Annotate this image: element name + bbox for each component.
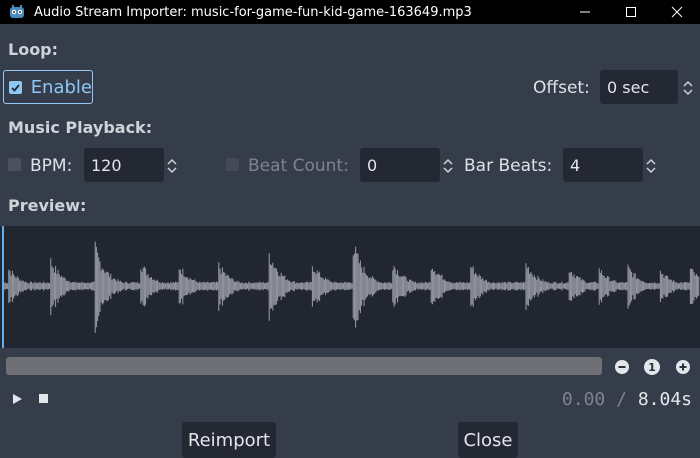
close-icon bbox=[671, 6, 683, 18]
bpm-checkbox[interactable] bbox=[8, 158, 21, 171]
bar-beats-spinner-icon[interactable] bbox=[645, 157, 657, 175]
waveform-display[interactable] bbox=[0, 226, 700, 348]
reimport-label: Reimport bbox=[187, 429, 271, 451]
preview-scrollbar[interactable] bbox=[6, 357, 602, 375]
bpm-label: BPM: bbox=[30, 156, 73, 176]
beat-count-label: Beat Count: bbox=[248, 156, 349, 176]
beat-count-spinner-icon[interactable] bbox=[442, 157, 454, 175]
minus-circle-icon[interactable] bbox=[614, 359, 630, 375]
bar-beats-value: 4 bbox=[570, 155, 581, 175]
maximize-button[interactable] bbox=[608, 0, 654, 24]
window-title: Audio Stream Importer: music-for-game-fu… bbox=[34, 4, 472, 20]
loop-enable-label: Enable bbox=[30, 76, 92, 98]
minimize-button[interactable] bbox=[562, 0, 608, 24]
play-icon[interactable] bbox=[11, 393, 23, 405]
offset-field[interactable]: 0 sec bbox=[600, 70, 678, 104]
bpm-field[interactable]: 120 bbox=[84, 148, 164, 182]
close-label: Close bbox=[463, 429, 513, 451]
window-titlebar: Audio Stream Importer: music-for-game-fu… bbox=[0, 0, 700, 24]
zoom-reset-label: 1 bbox=[648, 360, 656, 374]
minimize-icon bbox=[580, 11, 590, 13]
music-playback-section-label: Music Playback: bbox=[8, 118, 153, 137]
loop-enable-checkbox[interactable]: Enable bbox=[3, 70, 93, 104]
reimport-button[interactable]: Reimport bbox=[182, 422, 276, 458]
bar-beats-field[interactable]: 4 bbox=[563, 148, 643, 182]
playhead-cursor[interactable] bbox=[2, 226, 4, 348]
close-dialog-button[interactable]: Close bbox=[458, 422, 518, 458]
bpm-spinner-icon[interactable] bbox=[166, 157, 178, 175]
current-time: 0.00 bbox=[561, 389, 606, 410]
offset-value: 0 sec bbox=[607, 77, 650, 97]
beat-count-value: 0 bbox=[367, 155, 378, 175]
preview-section-label: Preview: bbox=[8, 196, 87, 215]
offset-label: Offset: bbox=[533, 78, 590, 98]
godot-icon bbox=[10, 5, 24, 18]
loop-section-label: Loop: bbox=[8, 40, 59, 59]
waveform-graph bbox=[3, 241, 700, 333]
bar-beats-label: Bar Beats: bbox=[464, 156, 553, 176]
maximize-icon bbox=[626, 7, 636, 17]
waveform-trace bbox=[3, 241, 700, 333]
close-button[interactable] bbox=[654, 0, 700, 24]
beat-count-field[interactable]: 0 bbox=[360, 148, 440, 182]
zoom-reset-button[interactable]: 1 bbox=[644, 359, 660, 375]
plus-circle-icon[interactable] bbox=[675, 359, 691, 375]
time-separator: / bbox=[616, 389, 627, 410]
beat-count-checkbox[interactable] bbox=[226, 158, 239, 171]
time-readout: 0.00 / 8.04s bbox=[562, 389, 692, 410]
duration: 8.04s bbox=[637, 389, 692, 410]
checkbox-checked-icon bbox=[9, 80, 22, 94]
offset-spinner-icon[interactable] bbox=[682, 79, 694, 97]
stop-icon[interactable] bbox=[38, 393, 49, 404]
bpm-value: 120 bbox=[91, 155, 122, 175]
